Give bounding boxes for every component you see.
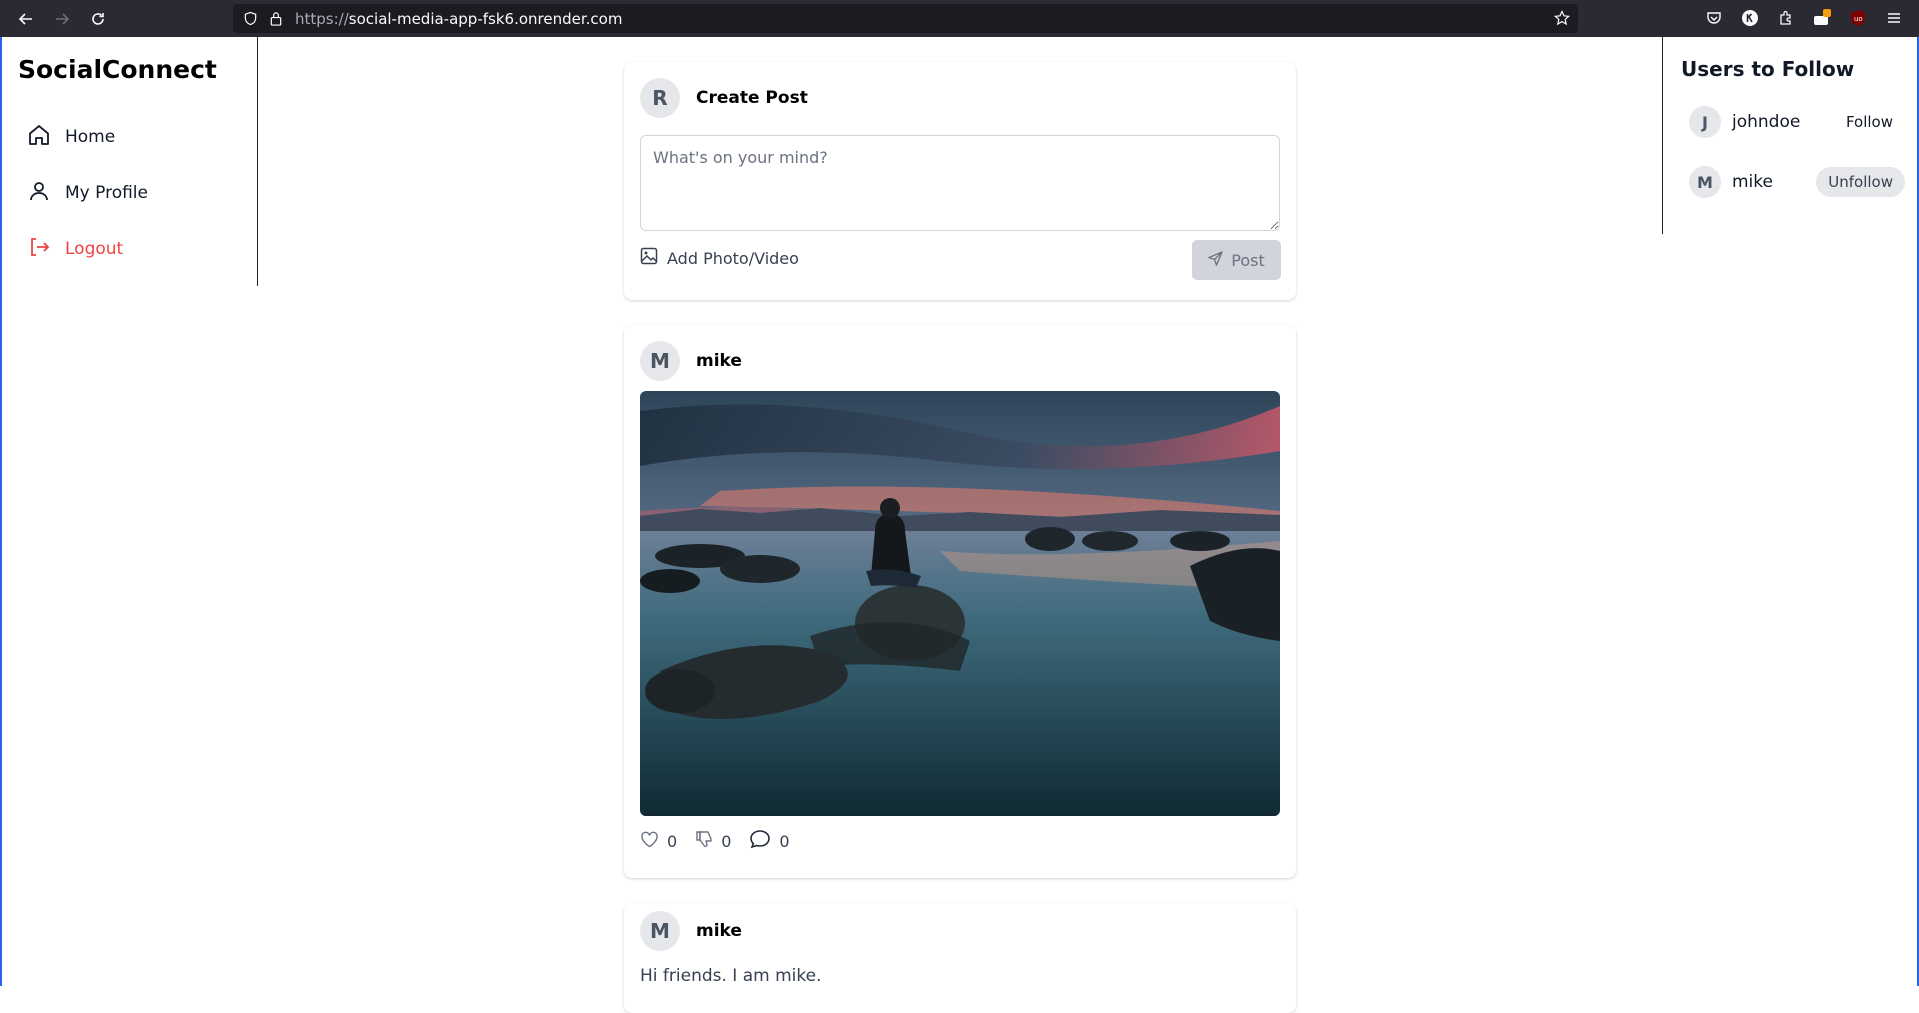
brand-logo[interactable]: SocialConnect (18, 55, 217, 84)
button-label: Add Photo/Video (667, 248, 799, 268)
url-text[interactable]: https://social-media-app-fsk6.onrender.c… (295, 10, 622, 28)
list-item: M mike Unfollow (1689, 165, 1905, 199)
dislike-count: 0 (721, 831, 732, 851)
post-card: M mike Hi friends. I am mike. (624, 903, 1296, 1013)
post-content-input[interactable] (640, 135, 1280, 231)
post-text: Hi friends. I am mike. (640, 966, 822, 986)
thumbs-down-icon (695, 830, 713, 852)
list-item: J johndoe Follow (1689, 105, 1905, 139)
post-author[interactable]: mike (696, 351, 742, 371)
image-icon (640, 247, 658, 269)
avatar: R (640, 78, 680, 118)
avatar[interactable]: M (1689, 166, 1721, 198)
post-author[interactable]: mike (696, 921, 742, 941)
follow-button[interactable]: Follow (1834, 107, 1905, 137)
add-photo-video-button[interactable]: Add Photo/Video (640, 247, 799, 269)
like-button[interactable]: 0 (640, 831, 677, 852)
sidebar-item-label: My Profile (65, 183, 148, 203)
user-icon (27, 179, 51, 208)
card-title: Create Post (696, 88, 808, 108)
account-icon[interactable] (1740, 8, 1760, 28)
post-button[interactable]: Post (1192, 240, 1281, 280)
forward-icon[interactable] (51, 8, 73, 30)
back-icon[interactable] (15, 8, 37, 30)
heart-icon (640, 831, 659, 852)
panel-title: Users to Follow (1681, 57, 1855, 81)
like-count: 0 (667, 831, 678, 851)
post-card: M mike 0 0 0 (624, 325, 1296, 878)
menu-icon[interactable] (1884, 8, 1904, 28)
svg-text:uo: uo (1854, 15, 1863, 23)
extensions-icon[interactable] (1776, 8, 1796, 28)
avatar[interactable]: J (1689, 106, 1721, 138)
lock-icon[interactable] (269, 11, 283, 30)
dislike-button[interactable]: 0 (695, 830, 731, 852)
sidebar-item-label: Home (65, 127, 116, 147)
extension-badge-icon[interactable] (1812, 8, 1832, 28)
browser-toolbar: https://social-media-app-fsk6.onrender.c… (0, 0, 1919, 37)
sidebar-item-home[interactable]: Home (27, 124, 115, 150)
comment-count: 0 (779, 831, 790, 851)
pocket-icon[interactable] (1704, 8, 1724, 28)
create-post-card: R Create Post Add Photo/Video Post (624, 62, 1296, 300)
button-label: Post (1231, 250, 1265, 270)
shield-icon[interactable] (243, 11, 258, 30)
post-actions: 0 0 0 (640, 829, 808, 853)
avatar[interactable]: M (640, 341, 680, 381)
users-to-follow-panel: Users to Follow J johndoe Follow M mike … (1662, 37, 1919, 234)
username[interactable]: mike (1732, 172, 1773, 192)
avatar[interactable]: M (640, 911, 680, 951)
url-bar[interactable]: https://social-media-app-fsk6.onrender.c… (233, 4, 1578, 33)
sidebar-item-label: Logout (65, 239, 124, 259)
reload-icon[interactable] (87, 8, 109, 30)
comment-icon (749, 829, 771, 853)
sidebar-item-logout[interactable]: Logout (27, 236, 123, 262)
home-icon (27, 123, 51, 152)
username[interactable]: johndoe (1732, 112, 1800, 132)
left-sidebar: SocialConnect Home My Profile Logout (0, 37, 258, 286)
bookmark-star-icon[interactable] (1554, 10, 1570, 30)
logout-icon (27, 235, 51, 264)
comment-button[interactable]: 0 (749, 829, 790, 853)
send-icon (1208, 250, 1223, 270)
ublock-icon[interactable]: uo (1848, 8, 1868, 28)
unfollow-button[interactable]: Unfollow (1816, 167, 1905, 197)
sidebar-item-profile[interactable]: My Profile (27, 180, 148, 206)
post-image[interactable] (640, 391, 1280, 816)
